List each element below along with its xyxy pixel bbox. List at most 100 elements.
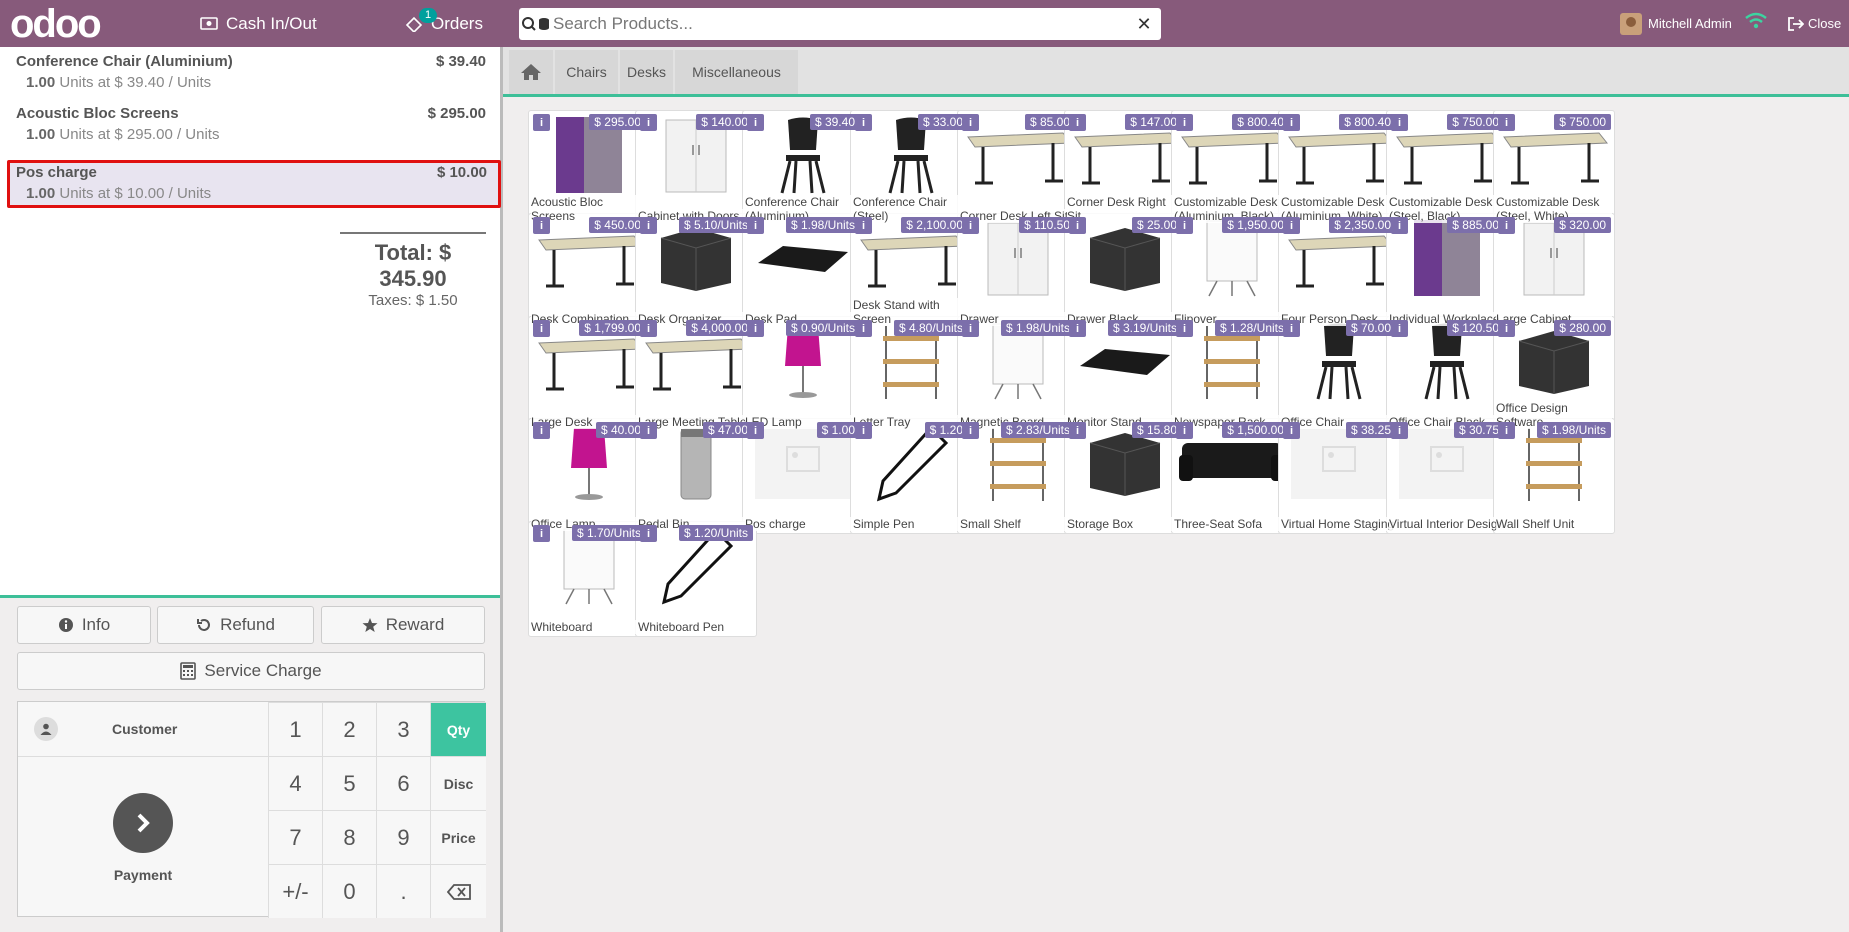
info-icon[interactable]: i [1391, 114, 1408, 131]
product-card[interactable]: i $ 33.00 Conference Chair (Steel) [850, 110, 972, 226]
product-card[interactable]: i $ 0.90/Units LED Lamp [742, 316, 864, 432]
product-card[interactable]: i $ 3.19/Units Monitor Stand [1064, 316, 1186, 432]
order-line[interactable]: Acoustic Bloc Screens $ 295.00 1.00 Unit… [8, 101, 500, 149]
info-icon[interactable]: i [962, 217, 979, 234]
product-card[interactable]: i $ 110.50 Drawer [957, 213, 1079, 329]
home-category-button[interactable] [509, 50, 553, 94]
info-icon[interactable]: i [640, 114, 657, 131]
numpad-key[interactable]: 8 [322, 810, 376, 864]
product-card[interactable]: i$ 1.98/UnitsMagnetic Board [957, 316, 1079, 432]
info-icon[interactable]: i [1176, 422, 1193, 439]
numpad-key[interactable]: 4 [268, 756, 322, 810]
info-icon[interactable]: i [533, 525, 550, 542]
user-menu[interactable]: Mitchell Admin [1620, 0, 1732, 47]
product-card[interactable]: i $ 280.00 Office Design Software [1493, 316, 1615, 432]
info-icon[interactable]: i [962, 114, 979, 131]
info-icon[interactable]: i [1283, 114, 1300, 131]
reward-button[interactable]: Reward [321, 606, 485, 644]
numpad-key[interactable]: 7 [268, 810, 322, 864]
info-icon[interactable]: i [962, 320, 979, 337]
product-card[interactable]: i $ 120.50 Office Chair Black [1386, 316, 1508, 432]
product-card[interactable]: i $ 1.98/Units Wall Shelf Unit [1493, 418, 1615, 534]
info-icon[interactable]: i [747, 114, 764, 131]
product-card[interactable]: i $ 1.20 Simple Pen [850, 418, 972, 534]
numpad-key[interactable]: +/- [268, 864, 322, 918]
category-chairs[interactable]: Chairs [554, 50, 618, 94]
order-line-selected[interactable]: Pos charge $ 10.00 1.00 Units at $ 10.00… [7, 160, 501, 208]
product-card[interactable]: i $ 30.75 Virtual Interior Design [1386, 418, 1508, 534]
info-icon[interactable]: i [640, 422, 657, 439]
info-icon[interactable]: i [1283, 217, 1300, 234]
product-card[interactable]: i $ 39.40 Conference Chair (Aluminium) [742, 110, 864, 226]
info-button[interactable]: Info [17, 606, 151, 644]
product-card[interactable]: i $ 38.25 Virtual Home Staging [1278, 418, 1400, 534]
backspace-button[interactable] [430, 864, 486, 918]
info-icon[interactable]: i [747, 320, 764, 337]
numpad-key[interactable]: 5 [322, 756, 376, 810]
product-card[interactable]: i $ 4,000.00 Large Meeting Table [635, 316, 757, 432]
info-icon[interactable]: i [1069, 320, 1086, 337]
product-card[interactable]: i $ 5.10/Units Desk Organizer [635, 213, 757, 329]
product-card[interactable]: i $ 2,100.00 Desk Stand with Screen [850, 213, 972, 329]
info-icon[interactable]: i [640, 320, 657, 337]
clear-search-icon[interactable]: ✕ [1127, 14, 1161, 35]
product-card[interactable]: i $ 1.70/Units Whiteboard [528, 521, 650, 637]
product-card[interactable]: i $ 15.80 Storage Box [1064, 418, 1186, 534]
mode-qty-button[interactable]: Qty [430, 702, 486, 756]
info-icon[interactable]: i [1498, 320, 1515, 337]
info-icon[interactable]: i [1069, 114, 1086, 131]
customer-button[interactable]: Customer [18, 702, 268, 756]
numpad-key[interactable]: 0 [322, 864, 376, 918]
info-icon[interactable]: i [855, 320, 872, 337]
product-card[interactable]: i $ 295.00 Acoustic Bloc Screens [528, 110, 650, 226]
product-card[interactable]: i $ 1,950.00 Flipover [1171, 213, 1293, 329]
info-icon[interactable]: i [1069, 217, 1086, 234]
product-card[interactable]: i $ 450.00 Desk Combination [528, 213, 650, 329]
info-icon[interactable]: i [533, 422, 550, 439]
numpad-key[interactable]: 6 [376, 756, 430, 810]
product-card[interactable]: i $ 1,799.00 Large Desk [528, 316, 650, 432]
info-icon[interactable]: i [533, 217, 550, 234]
product-card[interactable]: i $ 2,350.00 Four Person Desk [1278, 213, 1400, 329]
close-button[interactable]: Close [1788, 0, 1841, 47]
product-card[interactable]: i $ 147.00 Corner Desk Right Sit [1064, 110, 1186, 226]
info-icon[interactable]: i [640, 217, 657, 234]
info-icon[interactable]: i [533, 114, 550, 131]
info-icon[interactable]: i [1498, 422, 1515, 439]
product-card[interactable]: i $ 885.00 Individual Workplace [1386, 213, 1508, 329]
info-icon[interactable]: i [747, 217, 764, 234]
payment-button[interactable]: Payment [18, 756, 268, 918]
info-icon[interactable]: i [533, 320, 550, 337]
cash-in-out-button[interactable]: Cash In/Out [200, 0, 317, 47]
product-card[interactable]: i $ 1,500.00 Three-Seat Sofa [1171, 418, 1293, 534]
info-icon[interactable]: i [1391, 217, 1408, 234]
numpad-key[interactable]: 1 [268, 702, 322, 756]
info-icon[interactable]: i [855, 114, 872, 131]
info-icon[interactable]: i [855, 217, 872, 234]
info-icon[interactable]: i [1283, 320, 1300, 337]
category-desks[interactable]: Desks [619, 50, 673, 94]
product-card[interactable]: i $ 1.20/Units Whiteboard Pen [635, 521, 757, 637]
info-icon[interactable]: i [1498, 217, 1515, 234]
info-icon[interactable]: i [747, 422, 764, 439]
category-miscellaneous[interactable]: Miscellaneous [674, 50, 798, 94]
info-icon[interactable]: i [1069, 422, 1086, 439]
info-icon[interactable]: i [1283, 422, 1300, 439]
product-card[interactable]: i $ 1.28/Units Newspaper Rack [1171, 316, 1293, 432]
product-card[interactable]: i $ 47.00 Pedal Bin [635, 418, 757, 534]
numpad-key[interactable]: . [376, 864, 430, 918]
product-card[interactable]: i $ 1.00 Pos charge [742, 418, 864, 534]
mode-price-button[interactable]: Price [430, 810, 486, 864]
product-card[interactable]: i $ 70.00 Office Chair [1278, 316, 1400, 432]
product-card[interactable]: i $ 85.00 Corner Desk Left Sit [957, 110, 1079, 226]
mode-disc-button[interactable]: Disc [430, 756, 486, 810]
order-line[interactable]: Conference Chair (Aluminium) $ 39.40 1.0… [8, 49, 500, 97]
info-icon[interactable]: i [1176, 320, 1193, 337]
numpad-key[interactable]: 2 [322, 702, 376, 756]
product-card[interactable]: i $ 800.40 Customizable Desk (Aluminium, W… [1278, 110, 1400, 226]
info-icon[interactable]: i [855, 422, 872, 439]
numpad-key[interactable]: 3 [376, 702, 430, 756]
info-icon[interactable]: i [1176, 114, 1193, 131]
info-icon[interactable]: i [1176, 217, 1193, 234]
numpad-key[interactable]: 9 [376, 810, 430, 864]
